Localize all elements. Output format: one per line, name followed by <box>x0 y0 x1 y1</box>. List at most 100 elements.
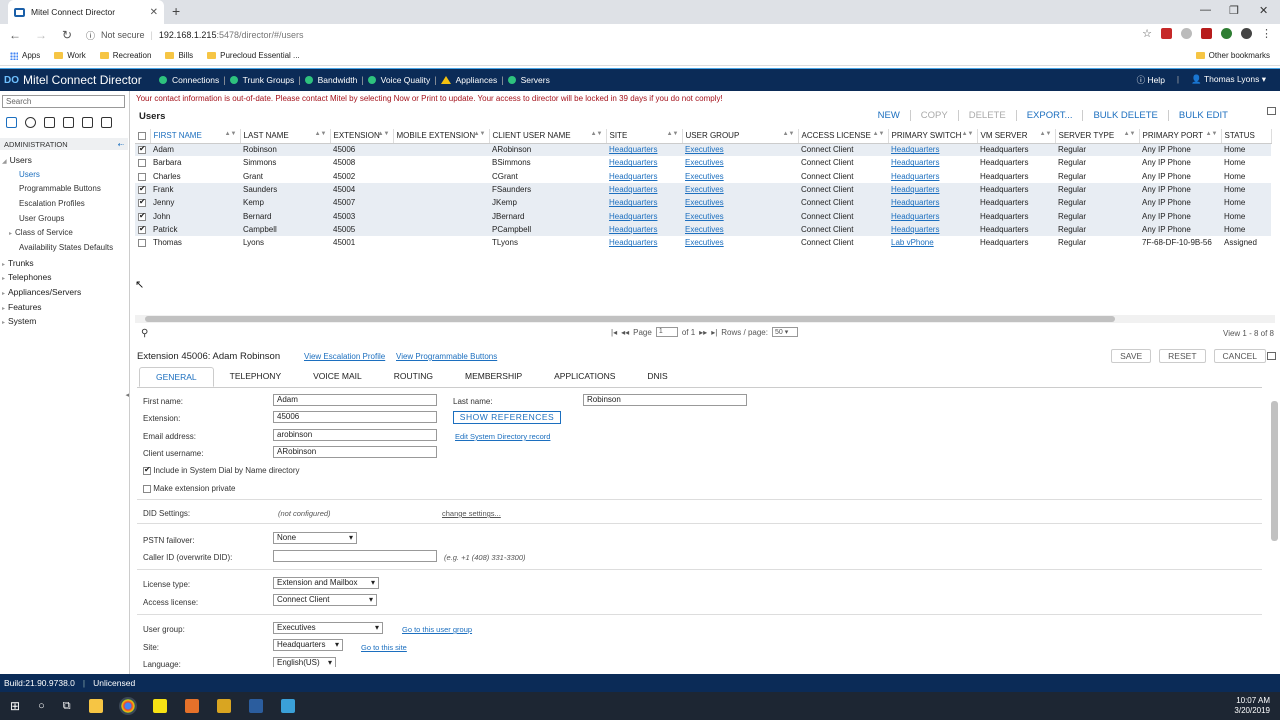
row-checkbox[interactable] <box>138 197 146 208</box>
extension-icon[interactable] <box>1201 28 1212 39</box>
show-references-button[interactable]: SHOW REFERENCES <box>453 411 561 424</box>
row-select-cell[interactable] <box>135 196 150 210</box>
sidebar-item-features[interactable]: ▸ Features <box>2 302 42 312</box>
row-select-cell[interactable] <box>135 156 150 169</box>
user-group-link[interactable]: Go to this user group <box>402 625 472 634</box>
tab-telephony[interactable]: TELEPHONY <box>214 367 298 387</box>
table-row[interactable]: PatrickCampbell45005PCampbellHeadquarter… <box>135 222 1271 237</box>
dial-by-name-checkbox[interactable] <box>143 465 151 475</box>
browser-tab[interactable]: Mitel Connect Director ✕ <box>8 0 164 24</box>
columns-icon[interactable] <box>63 117 74 128</box>
table-row[interactable]: Barbara Simmons 45008 BSimmons Headquarters E… <box>135 156 1271 169</box>
monitor-icon[interactable] <box>82 117 93 128</box>
nav-servers[interactable]: Servers <box>504 75 554 85</box>
license-type-select[interactable]: Extension and Mailbox <box>273 577 379 589</box>
delete-button[interactable]: DELETE <box>959 110 1017 121</box>
save-button[interactable]: SAVE <box>1111 349 1152 363</box>
sidebar-item-users-sub[interactable]: Users <box>19 170 40 179</box>
profile-avatar[interactable] <box>1241 28 1252 39</box>
tab-routing[interactable]: ROUTING <box>378 367 449 387</box>
help-link[interactable]: ⓘ Help <box>1137 74 1165 86</box>
cell-group[interactable]: Executives <box>682 222 798 237</box>
reset-button[interactable]: RESET <box>1159 349 1206 363</box>
search-icon[interactable]: ○ <box>38 700 45 712</box>
sidebar-item-system[interactable]: ▸ System <box>2 316 36 326</box>
col-server-type[interactable]: SERVER TYPE ▲▼ <box>1055 129 1140 144</box>
view-prog-buttons-link[interactable]: View Programmable Buttons <box>396 352 497 361</box>
cell-switch[interactable]: Headquarters <box>888 170 977 183</box>
table-row[interactable]: Charles Grant 45002 CGrant Headquarters Execu… <box>135 170 1271 183</box>
select-all-header[interactable] <box>135 129 151 144</box>
sidebar-item-escalation-profiles[interactable]: Escalation Profiles <box>19 199 85 208</box>
col-access-license[interactable]: ACCESS LICENSE ▲▼ <box>798 129 889 144</box>
gear-icon[interactable] <box>25 117 36 128</box>
row-checkbox[interactable] <box>138 159 146 168</box>
caller-id-input[interactable] <box>273 550 437 562</box>
menu-dots-icon[interactable]: ⋮ <box>1261 27 1272 40</box>
chart-icon[interactable] <box>44 117 55 128</box>
col-user-group[interactable]: USER GROUP ▲▼ <box>682 129 799 144</box>
sidebar-item-user-groups[interactable]: User Groups <box>19 214 64 223</box>
bookmark-recreation[interactable]: Recreation <box>99 51 151 60</box>
row-select-cell[interactable] <box>135 209 150 223</box>
bulk-edit-button[interactable]: BULK EDIT <box>1169 110 1238 121</box>
new-tab-icon[interactable]: + <box>172 3 180 19</box>
sidebar-search-input[interactable]: Search <box>2 95 125 108</box>
maximize-icon[interactable]: ❐ <box>1229 4 1239 17</box>
did-change-link[interactable]: change settings... <box>442 509 501 518</box>
table-row[interactable]: AdamRobinson45006ARobinsonHeadquartersEx… <box>135 143 1271 157</box>
clock[interactable]: 10:07 AM 3/20/2019 <box>1234 696 1270 716</box>
row-checkbox[interactable] <box>138 239 146 248</box>
bookmark-purecloud[interactable]: Purecloud Essential ... <box>207 51 300 60</box>
cell-site[interactable]: Headquarters <box>606 236 682 249</box>
cell-group[interactable]: Executives <box>682 156 798 169</box>
table-row[interactable]: JohnBernard45003JBernardHeadquartersExec… <box>135 209 1271 223</box>
cell-site[interactable]: Headquarters <box>606 170 682 183</box>
dial-by-name-option[interactable]: Include in System Dial by Name directory <box>143 465 300 475</box>
row-select-cell[interactable] <box>135 236 150 249</box>
bookmark-star-icon[interactable]: ☆ <box>1142 27 1152 40</box>
snowflake-app-icon[interactable] <box>280 699 295 713</box>
cell-site[interactable]: Headquarters <box>606 209 682 223</box>
other-bookmarks[interactable]: Other bookmarks <box>1195 51 1270 60</box>
close-tab-icon[interactable]: ✕ <box>150 7 158 18</box>
bookmark-bills[interactable]: Bills <box>165 51 193 60</box>
cell-group[interactable]: Executives <box>682 182 798 197</box>
cell-group[interactable]: Executives <box>682 209 798 223</box>
select-all-checkbox[interactable] <box>138 132 146 141</box>
maximize-detail-icon[interactable] <box>1267 352 1276 360</box>
cell-switch[interactable]: Headquarters <box>888 143 977 157</box>
windows-start-icon[interactable]: ⊞ <box>10 699 20 713</box>
sidebar-item-telephones[interactable]: ▸ Telephones <box>2 272 52 282</box>
window-close-icon[interactable]: ✕ <box>1259 4 1268 17</box>
app-icon[interactable] <box>216 699 231 713</box>
wrench-icon[interactable] <box>6 117 17 128</box>
client-username-input[interactable]: ARobinson <box>273 446 437 458</box>
col-client-user-name[interactable]: CLIENT USER NAME ▲▼ <box>489 129 607 144</box>
site-select[interactable]: Headquarters <box>273 639 343 651</box>
calendar-icon[interactable] <box>101 117 112 128</box>
sidebar-item-class-of-service[interactable]: ▸ Class of Service <box>9 228 73 237</box>
col-primary-switch[interactable]: PRIMARY SWITCH ▲▼ <box>888 129 978 144</box>
table-row[interactable]: Thomas Lyons 45001 TLyons Headquarters Execut… <box>135 236 1271 249</box>
scrollbar-thumb[interactable] <box>1271 401 1278 541</box>
pstn-select[interactable]: None <box>273 532 357 544</box>
cell-site[interactable]: Headquarters <box>606 143 682 157</box>
cell-site[interactable]: Headquarters <box>606 182 682 197</box>
cell-group[interactable]: Executives <box>682 196 798 210</box>
rows-per-page-select[interactable]: 50 ▾ <box>771 327 798 337</box>
nav-bandwidth[interactable]: Bandwidth <box>301 75 362 85</box>
cell-switch[interactable]: Headquarters <box>888 209 977 223</box>
col-last-name[interactable]: LAST NAME ▲▼ <box>240 129 331 144</box>
row-checkbox[interactable] <box>138 211 146 221</box>
prev-page-icon[interactable]: ◂◂ <box>621 328 629 337</box>
access-license-select[interactable]: Connect Client <box>273 594 377 606</box>
collapse-icon[interactable]: ⇠ <box>118 140 124 149</box>
app-r-icon[interactable] <box>184 699 199 713</box>
private-checkbox[interactable] <box>143 484 151 493</box>
cell-switch[interactable]: Headquarters <box>888 156 977 169</box>
cell-group[interactable]: Executives <box>682 143 798 157</box>
email-input[interactable]: arobinson <box>273 429 437 441</box>
cell-site[interactable]: Headquarters <box>606 222 682 237</box>
row-select-cell[interactable] <box>135 182 150 197</box>
